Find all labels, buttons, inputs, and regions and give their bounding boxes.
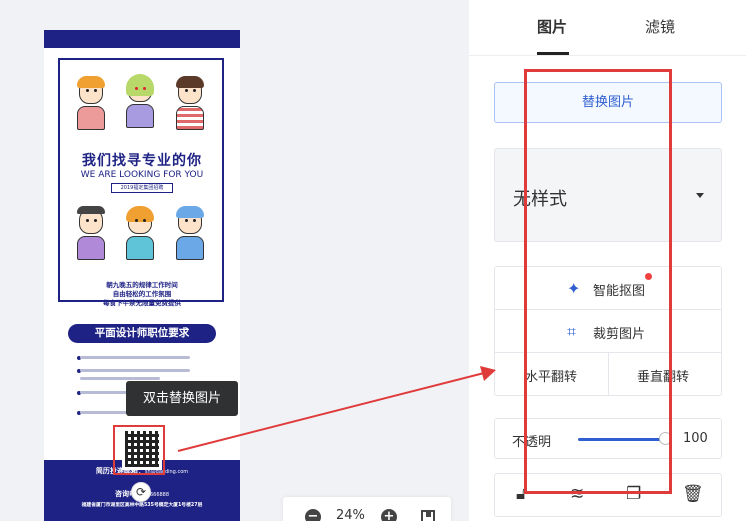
address: 福建省厦门市湖里区高林中路535号稿定大厦1号楼27层	[81, 503, 203, 508]
style-select-value: 无样式	[513, 189, 567, 210]
bullet-text-line	[80, 356, 190, 359]
bullet-text-line	[80, 411, 130, 414]
rotate-icon[interactable]: ⟳	[131, 482, 151, 502]
poster-top-band	[44, 30, 240, 48]
divider	[608, 353, 609, 396]
tooltip: 双击替换图片	[126, 381, 238, 416]
opacity-slider[interactable]	[578, 438, 666, 441]
zoom-bar: − 24% +	[283, 497, 451, 521]
character-illustration	[123, 74, 157, 134]
opacity-slider-handle[interactable]	[659, 432, 672, 445]
active-tab-indicator	[537, 52, 569, 55]
character-illustration	[74, 76, 108, 136]
zoom-in-icon[interactable]: +	[381, 509, 397, 521]
poster-tag: 2019福定集团招聘	[111, 183, 173, 193]
flip-horizontal-button[interactable]: 水平翻转	[525, 366, 577, 385]
flip-vertical-button[interactable]: 垂直翻转	[637, 366, 689, 385]
style-select[interactable]: 无样式	[494, 148, 722, 242]
caret-down-icon	[696, 193, 704, 198]
delete-icon[interactable]: 🗑︎	[682, 484, 704, 504]
bullet-text-line	[80, 391, 130, 394]
crop-button[interactable]: ⌗ 裁剪图片	[495, 310, 721, 353]
opacity-control: 不透明 100	[494, 418, 722, 459]
bullet-text-line	[80, 369, 190, 372]
benefit-line: 朝九晚五的规律工作时间	[106, 281, 178, 289]
smart-cutout-label: 智能抠图	[593, 284, 646, 299]
crop-label: 裁剪图片	[593, 327, 646, 342]
tab-image[interactable]: 图片	[537, 16, 567, 37]
poster-benefits: 朝九晚五的规律工作时间 自由轻松的工作氛围 每食下午茶无限量免费提供	[44, 281, 240, 308]
crop-icon: ⌗	[567, 322, 577, 341]
bullet-text-line	[80, 377, 160, 380]
image-actions: 🔓︎ ≋ ❐ 🗑︎	[494, 473, 722, 517]
properties-panel: 图片 滤镜 替换图片 无样式 ✦ 智能抠图 ⌗ 裁剪图片 水平翻转 垂直翻转 不…	[469, 0, 746, 521]
poster-subtitle: WE ARE LOOKING FOR YOU	[80, 170, 204, 180]
magic-wand-icon: ✦	[567, 279, 581, 298]
new-feature-dot	[645, 273, 652, 280]
smart-cutout-button[interactable]: ✦ 智能抠图	[495, 267, 721, 310]
opacity-label: 不透明	[512, 435, 552, 450]
replace-image-button[interactable]: 替换图片	[494, 82, 722, 123]
design-canvas[interactable]: 我们找寻专业的你 WE ARE LOOKING FOR YOU 2019福定集团…	[0, 0, 469, 521]
job-title-pill: 平面设计师职位要求	[68, 324, 216, 343]
character-illustration	[123, 206, 157, 266]
zoom-value: 24%	[336, 508, 365, 521]
character-illustration	[173, 76, 207, 136]
opacity-value[interactable]: 100	[683, 431, 708, 446]
poster-title: 我们找寻专业的你	[82, 153, 202, 169]
character-illustration	[74, 206, 108, 266]
zoom-out-icon[interactable]: −	[305, 509, 321, 521]
layer-icon[interactable]: ≋	[570, 484, 584, 504]
panel-tabs: 图片 滤镜	[469, 0, 746, 56]
benefit-line: 每食下午茶无限量免费提供	[103, 299, 181, 307]
selected-image-outline[interactable]	[113, 425, 165, 475]
image-tools: ✦ 智能抠图 ⌗ 裁剪图片 水平翻转 垂直翻转	[494, 266, 722, 396]
copy-icon[interactable]: ❐	[626, 484, 641, 504]
tab-filter[interactable]: 滤镜	[645, 16, 675, 37]
benefit-line: 自由轻松的工作氛围	[112, 290, 172, 298]
fit-screen-icon[interactable]	[421, 510, 435, 521]
lock-icon[interactable]: 🔓︎	[516, 484, 527, 504]
character-illustration	[173, 206, 207, 266]
